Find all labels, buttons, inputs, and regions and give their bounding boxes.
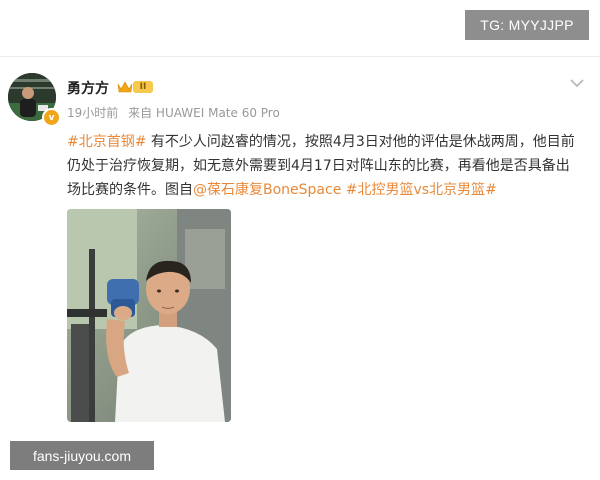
mention-link[interactable]: @葆石康复BoneSpace (193, 182, 341, 198)
post-meta: 19小时前 来自 HUAWEI Mate 60 Pro (67, 104, 286, 121)
site-watermark: fans-jiuyou.com (10, 441, 154, 470)
post-body: #北京首钢# 有不少人问赵睿的情况，按照4月3日对他的评估是休战两周，他目前仍处… (67, 130, 583, 202)
topic-tag[interactable]: #北京首钢# (67, 134, 146, 150)
author-name[interactable]: 勇方方 (67, 78, 109, 98)
crown-icon (117, 81, 133, 93)
header-divider (0, 56, 600, 57)
athlete-photo (67, 209, 231, 422)
verified-badge-icon: v (42, 108, 61, 127)
post-time[interactable]: 19小时前 (67, 106, 118, 120)
tg-watermark: TG: MYYJJPP (465, 10, 589, 40)
chevron-down-icon[interactable] (568, 76, 586, 90)
post-image[interactable] (67, 209, 231, 422)
post-source: 来自 HUAWEI Mate 60 Pro (128, 106, 280, 120)
topic-tag[interactable]: #北控男篮vs北京男篮# (346, 182, 497, 198)
level-badge: II (133, 81, 153, 93)
